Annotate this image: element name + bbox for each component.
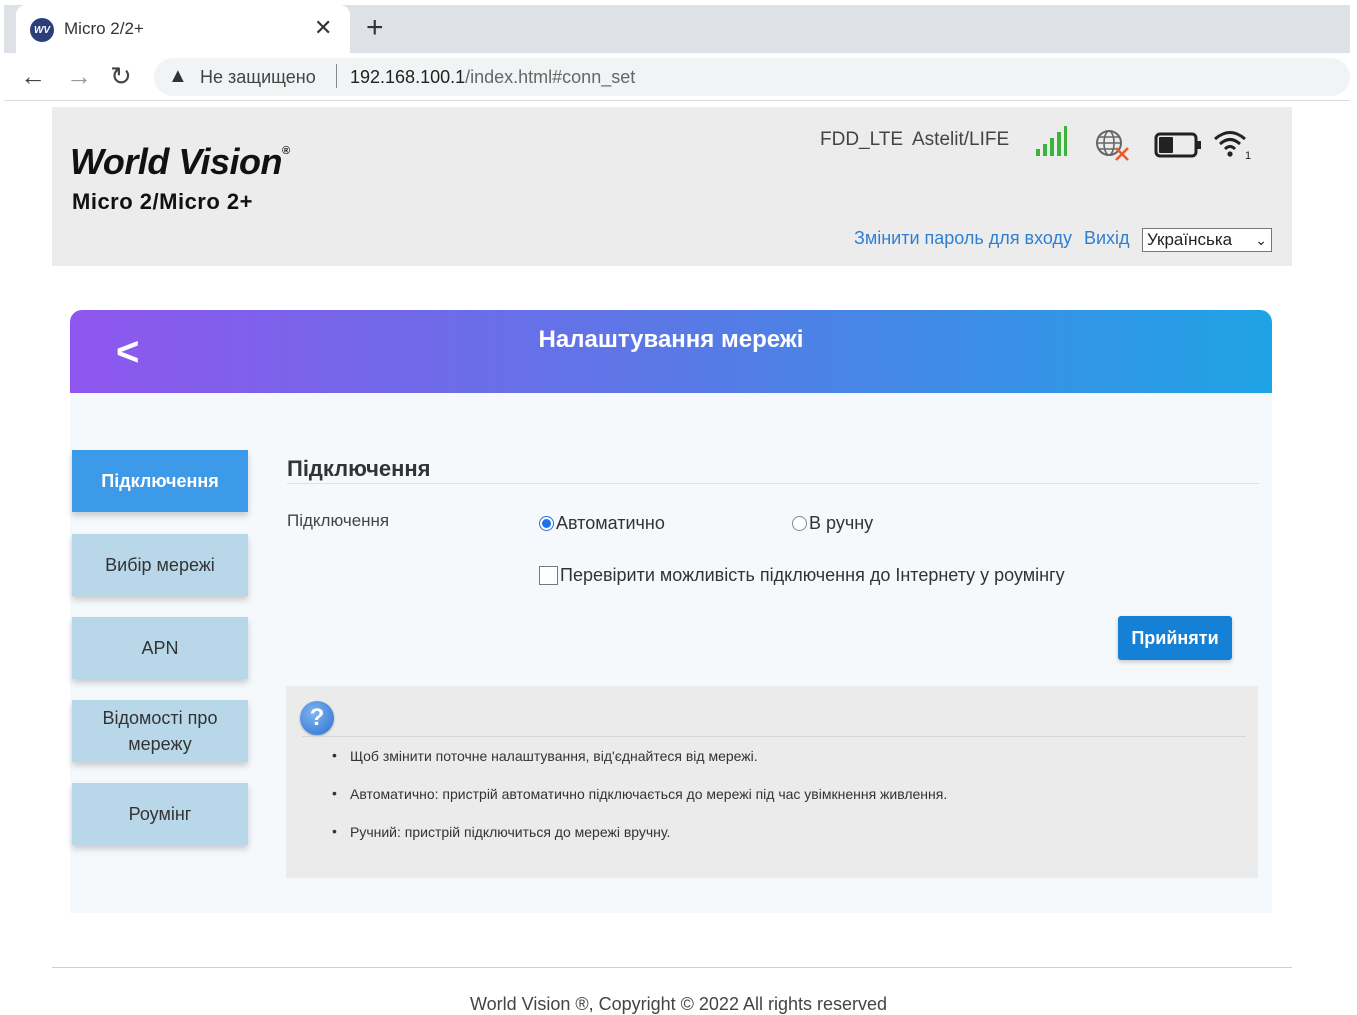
battery-icon — [1154, 132, 1201, 158]
url-host: 192.168.100.1 — [350, 67, 466, 87]
help-item: Щоб змінити поточне налаштування, від'єд… — [332, 747, 758, 764]
radio-manual-label: В ручну — [809, 513, 874, 533]
browser-tab-strip: WV Micro 2/2+ ✕ + — [4, 5, 1350, 53]
radio-auto[interactable]: Автоматично — [539, 513, 665, 534]
warning-icon[interactable]: ▲ — [168, 65, 188, 88]
menu-item-network-selection[interactable]: Вибір мережі — [72, 534, 248, 596]
settings-panel: Підключення Вибір мережі APN Відомості п… — [70, 393, 1272, 913]
url-text[interactable]: 192.168.100.1/index.html#conn_set — [350, 67, 635, 88]
operator-name: Astelit/LIFE — [912, 129, 1010, 150]
url-path: /index.html#conn_set — [465, 67, 636, 87]
wifi-client-count: 1 — [1245, 150, 1251, 161]
radio-auto-dot[interactable] — [539, 516, 554, 531]
section-divider — [287, 483, 1259, 484]
tab-title: Micro 2/2+ — [64, 19, 144, 38]
roaming-checkbox[interactable]: Перевірити можливість підключення до Інт… — [539, 565, 1065, 586]
apply-button[interactable]: Прийняти — [1118, 616, 1232, 660]
help-divider — [302, 736, 1246, 737]
page-title: Налаштування мережі — [538, 326, 804, 353]
section-title: Підключення — [287, 456, 431, 481]
forward-arrow-icon[interactable]: → — [66, 61, 92, 92]
network-type: FDD_LTE — [820, 129, 904, 150]
footer-copyright: World Vision ®, Copyright © 2022 All rig… — [469, 994, 888, 1014]
help-question-icon: ? — [300, 701, 334, 735]
world-vision-favicon-icon: WV — [30, 18, 54, 42]
page-banner: < Налаштування мережі — [70, 310, 1272, 393]
menu-item-network-info[interactable]: Відомості про мережу — [72, 700, 248, 762]
router-header: World Vision® Micro 2/Micro 2+ FDD_LTE A… — [52, 107, 1292, 266]
roaming-checkbox-label: Перевірити можливість підключення до Інт… — [560, 565, 1065, 585]
registered-mark: ® — [282, 145, 290, 157]
language-value: Українська — [1147, 230, 1233, 249]
plus-icon[interactable]: + — [366, 11, 384, 45]
radio-auto-label: Автоматично — [556, 513, 665, 533]
language-select[interactable]: Українська ⌄ — [1142, 228, 1272, 252]
help-box: ? Щоб змінити поточне налаштування, від'… — [286, 686, 1258, 878]
connection-mode-label: Підключення — [287, 511, 390, 530]
not-secure-label[interactable]: Не защищено — [200, 67, 316, 88]
change-password-link[interactable]: Змінити пароль для входу — [854, 228, 1072, 249]
address-separator — [336, 64, 337, 88]
signal-strength-icon — [1036, 126, 1067, 156]
radio-manual[interactable]: В ручну — [792, 513, 873, 534]
roaming-checkbox-box[interactable] — [539, 566, 558, 585]
menu-item-apn[interactable]: APN — [72, 617, 248, 679]
footer-divider — [52, 967, 1292, 968]
menu-item-connection[interactable]: Підключення — [72, 450, 248, 512]
chevron-down-icon: ⌄ — [1255, 232, 1267, 248]
reload-icon[interactable]: ↻ — [110, 61, 132, 92]
address-bar[interactable]: ▲ Не защищено 192.168.100.1/index.html#c… — [154, 58, 1350, 96]
close-icon[interactable]: ✕ — [314, 15, 332, 41]
browser-toolbar: ← → ↻ ▲ Не защищено 192.168.100.1/index.… — [4, 53, 1350, 101]
brand-logo: World Vision® — [70, 141, 290, 183]
back-arrow-icon[interactable]: ← — [20, 61, 46, 92]
wifi-icon: 1 — [1214, 131, 1251, 161]
brand-name: World Vision — [70, 141, 283, 182]
menu-item-roaming[interactable]: Роумінг — [72, 783, 248, 845]
help-item: Ручний: пристрій підключиться до мережі … — [332, 823, 670, 840]
radio-manual-dot[interactable] — [792, 516, 807, 531]
logout-link[interactable]: Вихід — [1084, 228, 1130, 249]
browser-tab[interactable]: WV Micro 2/2+ ✕ — [16, 5, 350, 53]
internet-disconnected-icon — [1096, 130, 1129, 161]
device-model: Micro 2/Micro 2+ — [72, 189, 254, 214]
help-item: Автоматично: пристрій автоматично підклю… — [332, 785, 947, 802]
